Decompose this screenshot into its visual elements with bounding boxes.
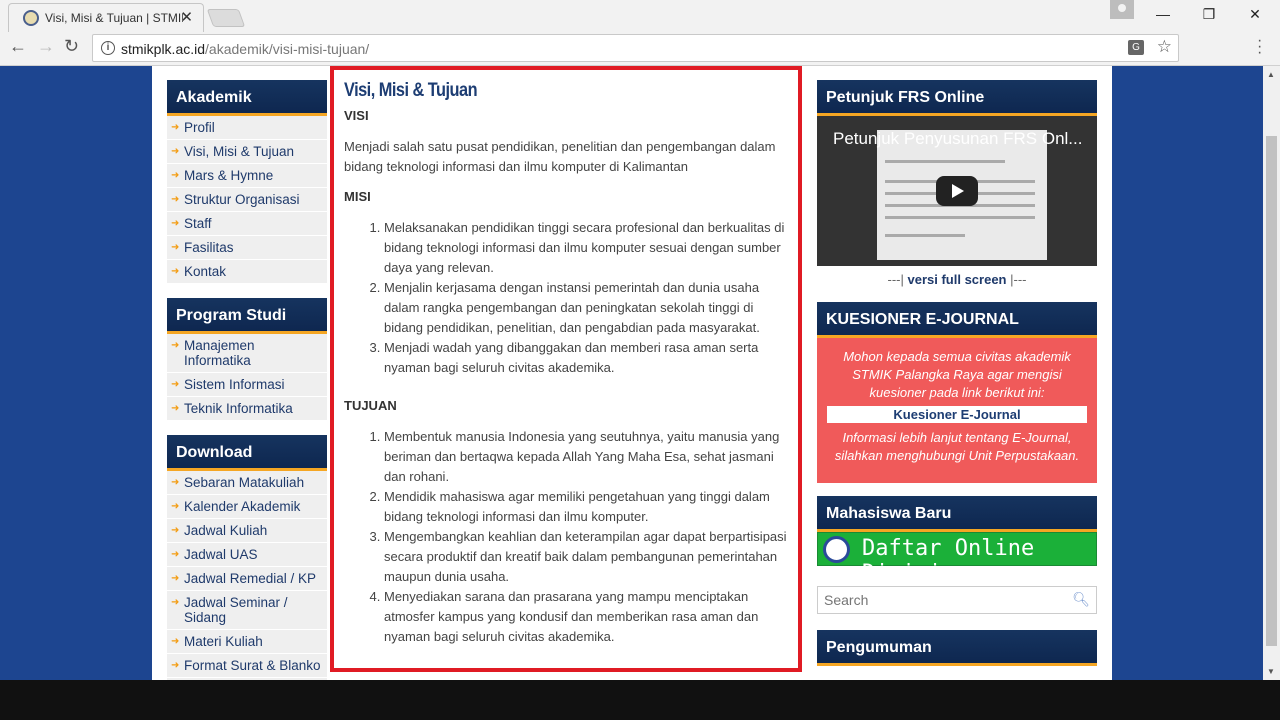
url-host: stmikplk.ac.id: [121, 41, 206, 57]
frs-widget-title: Petunjuk FRS Online: [817, 80, 1097, 116]
widget-title: Program Studi: [167, 298, 327, 334]
scroll-up-icon[interactable]: ▲: [1267, 70, 1275, 79]
visi-text: Menjadi salah satu pusat pendidikan, pen…: [344, 139, 776, 174]
widget-title: Akademik: [167, 80, 327, 116]
page-container: Akademik ProfilVisi, Misi & TujuanMars &…: [152, 66, 1112, 680]
widget-akademik: Akademik ProfilVisi, Misi & TujuanMars &…: [167, 80, 327, 284]
sidebar-menu-item[interactable]: Jadwal Kuliah: [167, 519, 327, 543]
page-viewport: Akademik ProfilVisi, Misi & TujuanMars &…: [0, 66, 1280, 680]
fullscreen-link[interactable]: versi full screen: [908, 272, 1007, 287]
banner-text: Daftar Online Disini: [862, 536, 1035, 586]
sidebar-menu-item[interactable]: Profil: [167, 116, 327, 140]
new-tab-button[interactable]: [206, 9, 246, 27]
misi-item: Melaksanakan pendidikan tinggi secara pr…: [384, 218, 788, 278]
kuesioner-widget-title: KUESIONER E-JOURNAL: [817, 302, 1097, 338]
akademik-menu: ProfilVisi, Misi & TujuanMars & HymneStr…: [167, 116, 327, 284]
scrollbar-thumb[interactable]: [1266, 136, 1277, 646]
left-sidebar: Akademik ProfilVisi, Misi & TujuanMars &…: [167, 80, 327, 680]
sidebar-menu-item[interactable]: Jadwal Seminar / Sidang: [167, 591, 327, 630]
sidebar-menu-item[interactable]: Fasilitas: [167, 236, 327, 260]
page-scrollbar[interactable]: ▲ ▼: [1263, 66, 1280, 680]
close-window-button[interactable]: ✕: [1232, 0, 1278, 28]
kuesioner-box: Mohon kepada semua civitas akademik STMI…: [817, 338, 1097, 483]
translate-icon[interactable]: G: [1128, 40, 1144, 55]
sidebar-menu-item[interactable]: Kontak: [167, 260, 327, 284]
browser-chrome: Visi, Misi & Tujuan | STMIK ✕ — ❐ ✕ ← → …: [0, 0, 1280, 66]
pengumuman-title: Pengumuman: [817, 630, 1097, 666]
main-content: Visi, Misi & Tujuan VISI Menjadi salah s…: [330, 66, 802, 672]
play-icon[interactable]: [936, 176, 978, 206]
fullscreen-suffix: |---: [1006, 272, 1027, 287]
video-title[interactable]: Petunjuk Penyusunan FRS Onl...: [833, 129, 1082, 149]
tujuan-item: Membentuk manusia Indonesia yang seutuhn…: [384, 427, 788, 487]
tujuan-item: Mendidik mahasiswa agar memiliki pengeta…: [384, 487, 788, 527]
sidebar-menu-item[interactable]: Sebaran Matakuliah: [167, 471, 327, 495]
profile-icon[interactable]: [1110, 0, 1134, 19]
tujuan-heading: TUJUAN: [344, 398, 397, 413]
stmik-logo-icon: [823, 536, 850, 563]
widget-program-studi: Program Studi Manajemen InformatikaSiste…: [167, 298, 327, 421]
program-studi-menu: Manajemen InformatikaSistem InformasiTek…: [167, 334, 327, 421]
sidebar-menu-item[interactable]: Staff: [167, 212, 327, 236]
tujuan-item: Menyediakan sarana dan prasarana yang ma…: [384, 587, 788, 647]
tab-strip: Visi, Misi & Tujuan | STMIK ✕ — ❐ ✕: [0, 0, 1280, 32]
misi-item: Menjalin kerjasama dengan instansi pemer…: [384, 278, 788, 338]
kuesioner-link-button[interactable]: Kuesioner E-Journal: [827, 406, 1087, 423]
sidebar-menu-item[interactable]: Kalender Akademik: [167, 495, 327, 519]
fullscreen-prefix: ---|: [887, 272, 908, 287]
minimize-button[interactable]: —: [1140, 0, 1186, 28]
reload-icon[interactable]: ↻: [64, 36, 79, 57]
sidebar-menu-item[interactable]: Jadwal UAS: [167, 543, 327, 567]
misi-heading: MISI: [344, 189, 371, 204]
kebab-menu-icon[interactable]: · · ·: [1257, 33, 1262, 61]
right-sidebar: Petunjuk FRS Online Petunjuk Penyusunan …: [817, 80, 1097, 666]
sidebar-menu-item[interactable]: Visi, Misi & Tujuan: [167, 140, 327, 164]
address-bar[interactable]: i stmikplk.ac.id/akademik/visi-misi-tuju…: [92, 34, 1179, 62]
download-menu: Sebaran MatakuliahKalender AkademikJadwa…: [167, 471, 327, 680]
sidebar-menu-item[interactable]: Sistem Informasi: [167, 373, 327, 397]
visi-heading: VISI: [344, 108, 369, 123]
tab-title: Visi, Misi & Tujuan | STMIK: [45, 11, 183, 25]
site-favicon-icon: [23, 10, 39, 26]
sidebar-menu-item[interactable]: Format Surat & Blanko: [167, 654, 327, 678]
forward-arrow-icon[interactable]: →: [37, 36, 55, 57]
page-title: Visi, Misi & Tujuan: [344, 80, 478, 101]
back-arrow-icon[interactable]: ←: [9, 36, 27, 57]
misi-item: Menjadi wadah yang dibanggakan dan membe…: [384, 338, 788, 378]
star-icon[interactable]: ☆: [1157, 37, 1172, 57]
url-path: /akademik/visi-misi-tujuan/: [205, 41, 370, 57]
widget-download: Download Sebaran MatakuliahKalender Akad…: [167, 435, 327, 680]
search-box: 🔍︎: [817, 586, 1097, 614]
sidebar-menu-item[interactable]: Jadwal Remedial / KP: [167, 567, 327, 591]
sidebar-menu-item[interactable]: Materi Kuliah: [167, 630, 327, 654]
maximize-button[interactable]: ❐: [1186, 0, 1232, 28]
scroll-down-icon[interactable]: ▼: [1267, 667, 1275, 676]
browser-toolbar: ← → ↻ i stmikplk.ac.id/akademik/visi-mis…: [0, 32, 1280, 66]
url-text[interactable]: stmikplk.ac.id/akademik/visi-misi-tujuan…: [121, 41, 369, 57]
kuesioner-footer: Informasi lebih lanjut tentang E-Journal…: [834, 430, 1080, 463]
widget-title: Download: [167, 435, 327, 471]
tujuan-item: Mengembangkan keahlian dan keterampilan …: [384, 527, 788, 587]
search-icon[interactable]: 🔍︎: [1072, 591, 1090, 608]
os-taskbar: [0, 680, 1280, 720]
sidebar-menu-item[interactable]: Teknik Informatika: [167, 397, 327, 421]
sidebar-menu-item[interactable]: Mars & Hymne: [167, 164, 327, 188]
kuesioner-intro: Mohon kepada semua civitas akademik STMI…: [843, 349, 1071, 400]
mahasiswa-baru-title: Mahasiswa Baru: [817, 496, 1097, 532]
tujuan-list: Membentuk manusia Indonesia yang seutuhn…: [384, 427, 788, 647]
info-icon[interactable]: i: [101, 41, 115, 55]
daftar-online-banner[interactable]: Daftar Online Disini: [817, 532, 1097, 586]
search-input[interactable]: [818, 587, 1068, 613]
sidebar-menu-item[interactable]: Manajemen Informatika: [167, 334, 327, 373]
fullscreen-line: ---| versi full screen |---: [817, 272, 1097, 287]
sidebar-menu-item[interactable]: Struktur Organisasi: [167, 188, 327, 212]
browser-tab[interactable]: Visi, Misi & Tujuan | STMIK ✕: [8, 3, 204, 32]
tab-close-icon[interactable]: ✕: [180, 8, 193, 26]
frs-video-embed[interactable]: Petunjuk Penyusunan FRS Onl...: [817, 116, 1097, 266]
misi-list: Melaksanakan pendidikan tinggi secara pr…: [384, 218, 788, 378]
